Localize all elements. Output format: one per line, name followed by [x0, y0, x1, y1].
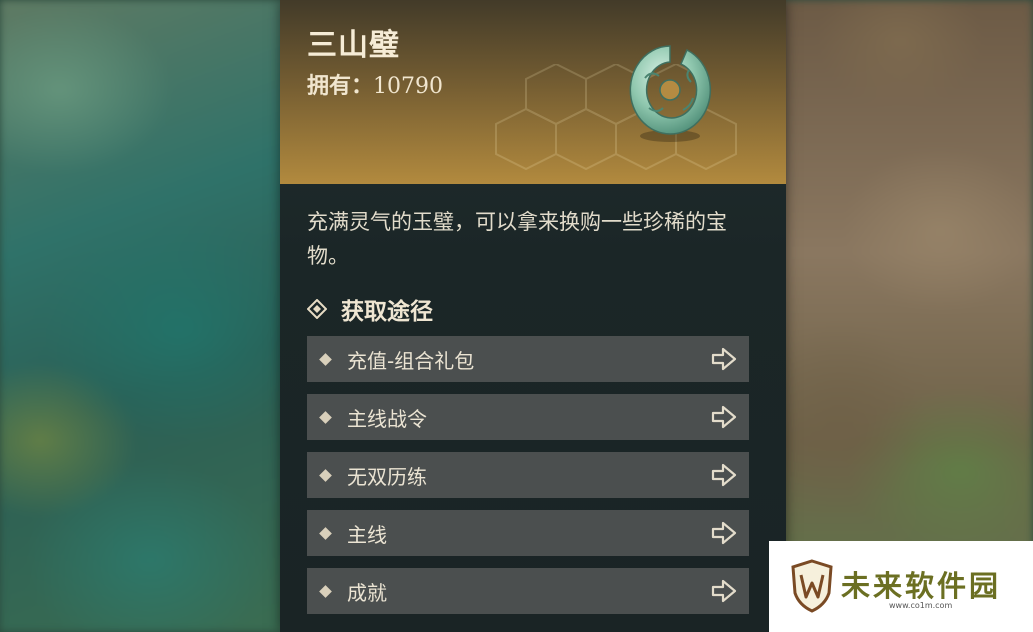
source-item-achievements[interactable]: 成就 — [307, 568, 749, 614]
owned-label: 拥有： — [307, 73, 374, 99]
bullet-diamond-icon — [319, 468, 332, 482]
item-description: 充满灵气的玉璧，可以拿来换购一些珍稀的宝物。 — [307, 210, 727, 268]
source-label: 主线战令 — [347, 406, 427, 431]
go-arrow-icon[interactable] — [711, 579, 737, 603]
acquire-source-list: 充值-组合礼包 主线战令 无双历练 主线 成就 — [307, 336, 749, 626]
watermark-text: 未来软件园 — [841, 569, 1002, 603]
diamond-target-icon — [307, 299, 327, 319]
acquire-section-title: 获取途径 — [307, 294, 433, 325]
bullet-diamond-icon — [319, 410, 332, 424]
source-item-recharge-bundle[interactable]: 充值-组合礼包 — [307, 336, 749, 382]
go-arrow-icon[interactable] — [711, 347, 737, 371]
source-item-unrivaled-trial[interactable]: 无双历练 — [307, 452, 749, 498]
source-item-main-battle-pass[interactable]: 主线战令 — [307, 394, 749, 440]
item-name: 三山璧 — [307, 28, 400, 63]
background-right-blur — [780, 0, 1033, 632]
go-arrow-icon[interactable] — [711, 521, 737, 545]
source-label: 无双历练 — [347, 464, 427, 489]
go-arrow-icon[interactable] — [711, 405, 737, 429]
bullet-diamond-icon — [319, 526, 332, 540]
shield-w-logo-icon — [791, 559, 833, 613]
owned-count: 拥有：10790 — [307, 68, 443, 100]
owned-value: 10790 — [373, 74, 444, 99]
item-detail-panel: 三山璧 拥有：10790 充满灵气的玉璧，可以拿来换购一些珍稀的宝物。 获取途径 — [280, 0, 786, 632]
source-label: 主线 — [347, 522, 387, 547]
hex-pattern-decoration — [495, 64, 737, 171]
bullet-diamond-icon — [319, 584, 332, 598]
bullet-diamond-icon — [319, 352, 332, 366]
item-header: 三山璧 拥有：10790 — [280, 0, 786, 184]
source-item-main-story[interactable]: 主线 — [307, 510, 749, 556]
background-left-blur — [0, 0, 290, 632]
site-watermark: 未来软件园 www.co1m.com — [769, 541, 1033, 632]
watermark-url: www.co1m.com — [889, 601, 953, 610]
jade-bi-disc-icon — [629, 45, 712, 142]
source-label: 充值-组合礼包 — [347, 348, 475, 373]
acquire-section-label: 获取途径 — [341, 299, 433, 325]
source-label: 成就 — [347, 580, 387, 605]
go-arrow-icon[interactable] — [711, 463, 737, 487]
